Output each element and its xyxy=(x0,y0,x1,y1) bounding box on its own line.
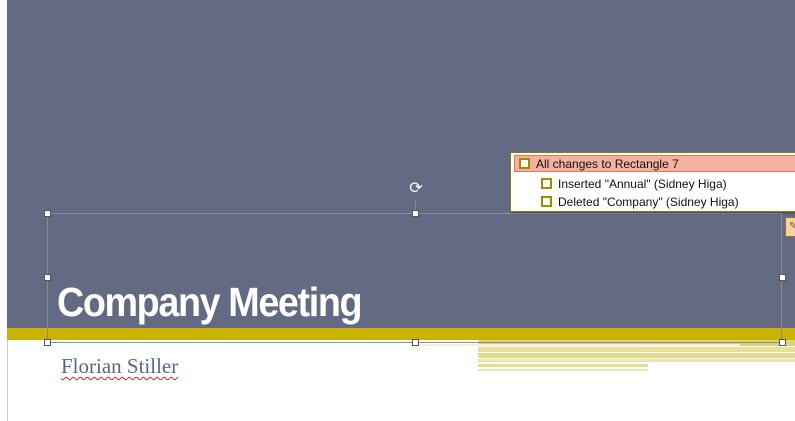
revision-header-row[interactable]: All changes to Rectangle 7 xyxy=(514,155,795,172)
revision-item-label: Inserted "Annual" (Sidney Higa) xyxy=(558,176,727,191)
revision-header-label: All changes to Rectangle 7 xyxy=(536,156,679,171)
resize-handle-top-left[interactable] xyxy=(44,210,51,217)
decor-stripe xyxy=(478,359,795,362)
resize-handle-middle-left[interactable] xyxy=(44,274,51,281)
checkbox-icon[interactable] xyxy=(519,158,530,169)
resize-handle-middle-right[interactable] xyxy=(779,274,786,281)
revision-changes-panel: All changes to Rectangle 7 Inserted "Ann… xyxy=(510,152,795,212)
decor-stripe xyxy=(410,344,740,346)
decor-stripe xyxy=(478,347,795,352)
resize-handle-top-center[interactable] xyxy=(412,210,419,217)
resize-handle-bottom-right[interactable] xyxy=(779,339,786,346)
rotate-icon[interactable]: ⟳ xyxy=(407,180,425,198)
slide-subtitle[interactable]: Florian Stiller xyxy=(61,354,178,379)
decor-stripe xyxy=(478,353,795,358)
edit-marker-icon[interactable]: ✎ xyxy=(785,217,795,237)
subtitle-text[interactable]: Florian Stiller xyxy=(61,354,178,378)
checkbox-icon[interactable] xyxy=(541,178,552,189)
revision-item[interactable]: Inserted "Annual" (Sidney Higa) xyxy=(541,175,727,192)
decor-stripe xyxy=(478,364,648,367)
decor-stripe xyxy=(478,369,648,371)
revision-item-label: Deleted "Company" (Sidney Higa) xyxy=(558,194,739,209)
slide-left-edge xyxy=(7,340,8,421)
checkbox-icon[interactable] xyxy=(541,196,552,207)
resize-handle-bottom-left[interactable] xyxy=(44,339,51,346)
revision-item[interactable]: Deleted "Company" (Sidney Higa) xyxy=(541,193,739,210)
selection-frame[interactable] xyxy=(47,213,782,343)
slide-canvas[interactable]: Company Meeting Florian Stiller ⟳ All ch… xyxy=(0,0,795,421)
resize-handle-bottom-center[interactable] xyxy=(412,339,419,346)
